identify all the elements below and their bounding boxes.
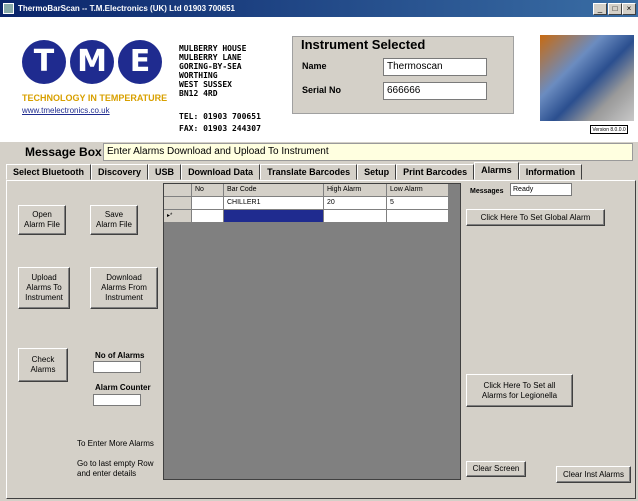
cell-barcode[interactable]: CHILLER1 bbox=[224, 197, 324, 210]
set-legionella-alarms-button[interactable]: Click Here To Set all Alarms for Legione… bbox=[466, 374, 573, 407]
address-line: MULBERRY LANE bbox=[179, 53, 242, 62]
check-alarms-button[interactable]: Check Alarms bbox=[18, 348, 68, 382]
cell-high-alarm[interactable]: 20 bbox=[324, 197, 387, 210]
row-indicator[interactable] bbox=[164, 197, 192, 210]
tab-alarms[interactable]: Alarms bbox=[474, 162, 519, 180]
grid-header-high-alarm[interactable]: High Alarm bbox=[324, 184, 387, 197]
maximize-button[interactable]: □ bbox=[608, 3, 622, 15]
grid-header-barcode[interactable]: Bar Code bbox=[224, 184, 324, 197]
tab-translate-barcodes[interactable]: Translate Barcodes bbox=[260, 164, 358, 180]
address-line: WEST SUSSEX bbox=[179, 80, 232, 89]
telephone: TEL: 01903 700651 bbox=[179, 112, 261, 121]
cell-barcode-selected[interactable] bbox=[224, 210, 324, 223]
address-line: BN12 4RD bbox=[179, 89, 218, 98]
alarms-grid[interactable]: No Bar Code High Alarm Low Alarm CHILLER… bbox=[163, 183, 461, 480]
tab-strip: Select Bluetooth Discovery USB Download … bbox=[6, 162, 636, 180]
alarm-counter-label: Alarm Counter bbox=[95, 383, 151, 392]
tab-discovery[interactable]: Discovery bbox=[91, 164, 149, 180]
set-global-alarm-button[interactable]: Click Here To Set Global Alarm bbox=[466, 209, 605, 226]
address-line: GORING-BY-SEA bbox=[179, 62, 242, 71]
tab-download-data[interactable]: Download Data bbox=[181, 164, 261, 180]
cell-low-alarm[interactable] bbox=[387, 210, 449, 223]
version-label: Version 8.0.0.0 bbox=[590, 125, 628, 134]
product-photo bbox=[540, 35, 634, 121]
tab-setup[interactable]: Setup bbox=[357, 164, 397, 180]
open-alarm-file-button[interactable]: Open Alarm File bbox=[18, 205, 66, 235]
serial-number-field[interactable]: 666666 bbox=[383, 82, 487, 100]
messages-field: Ready bbox=[510, 183, 572, 196]
window-title: ThermoBarScan -- T.M.Electronics (UK) Lt… bbox=[18, 4, 235, 13]
tab-print-barcodes[interactable]: Print Barcodes bbox=[396, 164, 475, 180]
app-icon bbox=[3, 3, 14, 14]
hint-text: Go to last empty Row bbox=[77, 459, 154, 468]
cell-no[interactable] bbox=[192, 210, 224, 223]
grid-header-no[interactable]: No bbox=[192, 184, 224, 197]
cell-high-alarm[interactable] bbox=[324, 210, 387, 223]
cell-no[interactable] bbox=[192, 197, 224, 210]
alarm-counter-field[interactable] bbox=[93, 394, 141, 406]
message-box-field: Enter Alarms Download and Upload To Inst… bbox=[103, 143, 633, 161]
close-button[interactable]: × bbox=[622, 3, 636, 15]
tab-usb[interactable]: USB bbox=[148, 164, 182, 180]
cell-low-alarm[interactable]: 5 bbox=[387, 197, 449, 210]
no-of-alarms-label: No of Alarms bbox=[95, 351, 145, 360]
hint-text: and enter details bbox=[77, 469, 137, 478]
instrument-title: Instrument Selected bbox=[301, 37, 426, 52]
name-label: Name bbox=[302, 61, 327, 71]
new-row-indicator[interactable]: ▸* bbox=[164, 210, 192, 223]
serial-label: Serial No bbox=[302, 85, 342, 95]
tab-select-bluetooth[interactable]: Select Bluetooth bbox=[6, 164, 92, 180]
fax: FAX: 01903 244307 bbox=[179, 124, 261, 133]
window-title-bar: ThermoBarScan -- T.M.Electronics (UK) Lt… bbox=[0, 0, 638, 17]
logo-letter-e: E bbox=[118, 40, 162, 84]
hint-text: To Enter More Alarms bbox=[77, 439, 154, 448]
grid-corner bbox=[164, 184, 192, 197]
logo-letter-t: T bbox=[22, 40, 66, 84]
upload-alarms-button[interactable]: Upload Alarms To Instrument bbox=[18, 267, 70, 309]
clear-screen-button[interactable]: Clear Screen bbox=[466, 461, 526, 477]
address-line: WORTHING bbox=[179, 71, 218, 80]
messages-label: Messages bbox=[470, 188, 504, 195]
logo-letter-m: M bbox=[70, 40, 114, 84]
tab-information[interactable]: Information bbox=[518, 164, 583, 180]
instrument-panel: Instrument Selected Name Thermoscan Seri… bbox=[292, 36, 514, 114]
address-line: MULBERRY HOUSE bbox=[179, 44, 247, 53]
message-box-label: Message Box bbox=[25, 145, 102, 159]
download-alarms-button[interactable]: Download Alarms From Instrument bbox=[90, 267, 158, 309]
clear-inst-alarms-button[interactable]: Clear Inst Alarms bbox=[556, 466, 631, 483]
grid-header-low-alarm[interactable]: Low Alarm bbox=[387, 184, 449, 197]
instrument-name-field[interactable]: Thermoscan bbox=[383, 58, 487, 76]
no-of-alarms-field[interactable] bbox=[93, 361, 141, 373]
logo-tagline: TECHNOLOGY IN TEMPERATURE bbox=[22, 93, 168, 103]
save-alarm-file-button[interactable]: Save Alarm File bbox=[90, 205, 138, 235]
website-link[interactable]: www.tmelectronics.co.uk bbox=[22, 106, 110, 115]
minimize-button[interactable]: _ bbox=[593, 3, 607, 15]
